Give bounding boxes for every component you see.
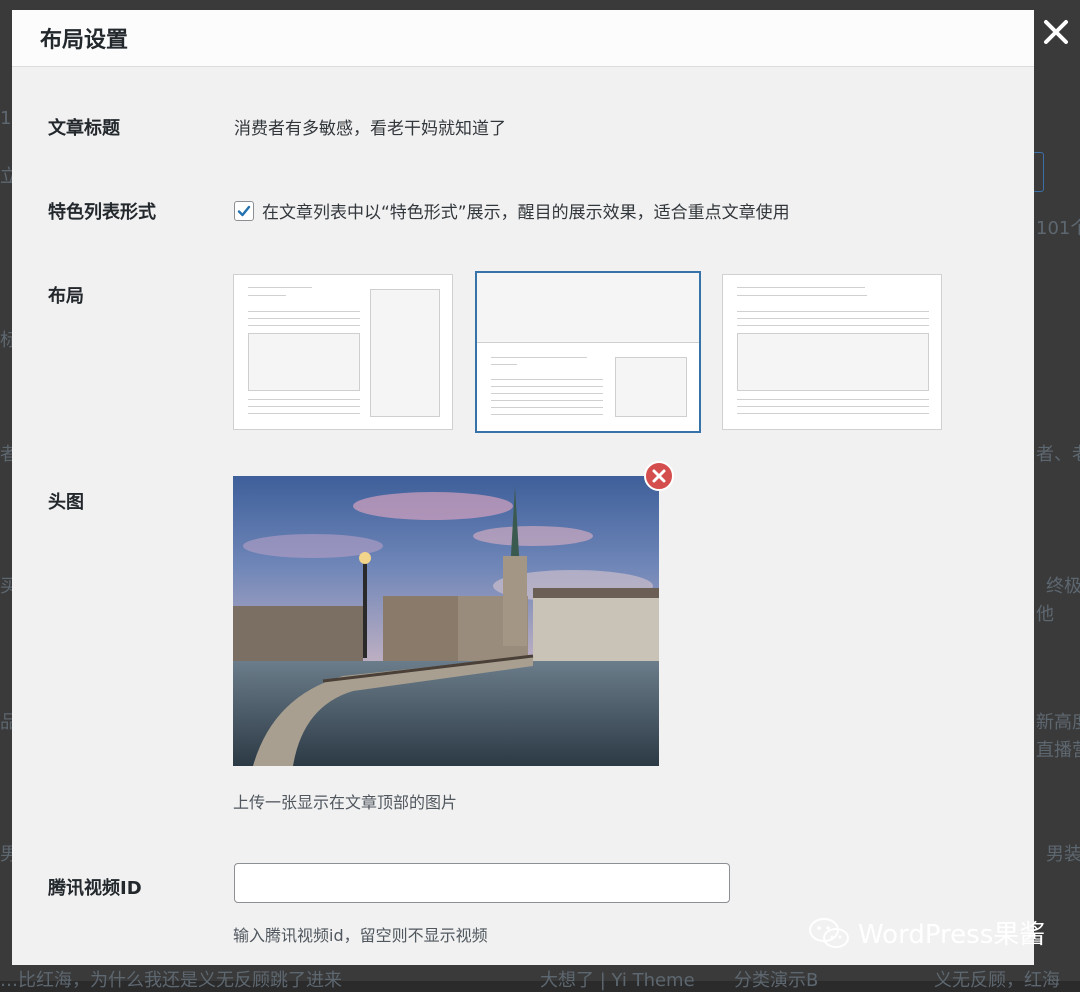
layout-row: 布局: [48, 282, 84, 308]
bg-fragment: 大想了 | Yi Theme: [540, 970, 695, 991]
checkmark-icon: [237, 205, 251, 217]
layout-option-top-banner[interactable]: [475, 271, 701, 433]
bg-fragment: …比红海，为什么我还是义无反顾跳了进来: [0, 970, 342, 991]
featured-label: 特色列表形式: [48, 202, 156, 223]
bg-fragment: 终极: [1046, 576, 1080, 597]
bg-fragment: 者、老: [1036, 444, 1080, 465]
layout-settings-modal: 布局设置 文章标题 消费者有多敏感，看老干妈就知道了 特色列表形式 在文章列表中…: [12, 10, 1034, 965]
watermark: WordPress果酱: [808, 914, 1045, 951]
hero-image-photo: [233, 476, 659, 766]
remove-image-button[interactable]: [644, 461, 674, 491]
wechat-icon: [809, 917, 849, 948]
post-title-value: 消费者有多敏感，看老干妈就知道了: [234, 119, 506, 139]
hero-hint: 上传一张显示在文章顶部的图片: [233, 793, 458, 812]
close-modal-button[interactable]: [1038, 14, 1074, 50]
bg-fragment: 义无反顾，红海: [934, 970, 1060, 991]
hero-image: [233, 476, 659, 766]
post-title-row: 文章标题: [48, 114, 120, 140]
close-icon: [1044, 20, 1068, 44]
featured-checkbox[interactable]: [234, 201, 254, 221]
video-hint: 输入腾讯视频id，留空则不显示视频: [233, 926, 488, 945]
modal-title: 布局设置: [40, 28, 129, 53]
layout-option-text-right-box[interactable]: [233, 274, 453, 430]
bg-fragment: 分类演示B: [734, 970, 819, 991]
hero-row: 头图: [48, 488, 84, 514]
featured-description: 在文章列表中以“特色形式”展示，醒目的展示效果，适合重点文章使用: [262, 203, 790, 223]
post-title-label: 文章标题: [48, 118, 120, 139]
bg-fragment: 他: [1036, 604, 1054, 625]
bg-fragment: 直播营: [1036, 740, 1080, 761]
featured-row: 特色列表形式: [48, 198, 156, 224]
modal-header: 布局设置: [12, 10, 1034, 67]
watermark-text: WordPress果酱: [858, 920, 1046, 950]
video-label: 腾讯视频ID: [48, 878, 142, 899]
featured-option[interactable]: 在文章列表中以“特色形式”展示，醒目的展示效果，适合重点文章使用: [234, 198, 790, 223]
video-id-input[interactable]: [234, 863, 730, 903]
bg-fragment: 新高度: [1036, 712, 1080, 733]
hero-label: 头图: [48, 492, 84, 513]
layout-option-wide-box[interactable]: [722, 274, 942, 430]
video-row: 腾讯视频ID: [48, 874, 142, 900]
remove-icon: [652, 469, 666, 483]
bg-fragment: 男装: [1046, 844, 1080, 865]
layout-label: 布局: [48, 286, 84, 307]
bg-fragment: 101个: [1036, 218, 1080, 239]
